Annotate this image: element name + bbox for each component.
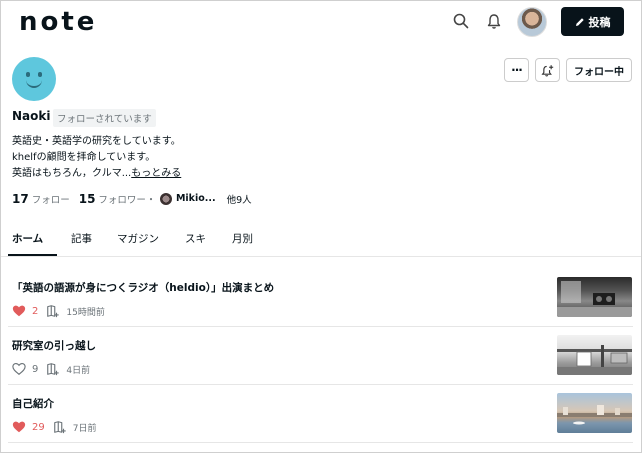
pencil-icon: [575, 17, 584, 26]
article-title[interactable]: 自己紹介: [12, 396, 54, 411]
tab-home[interactable]: ホーム: [12, 231, 43, 246]
following-count[interactable]: 17: [12, 192, 29, 206]
like-count: 9: [32, 363, 39, 375]
bell-icon[interactable]: [484, 11, 504, 31]
article-divider: [8, 326, 633, 327]
heart-filled-icon[interactable]: [12, 420, 26, 434]
article-time: 15時間前: [66, 307, 105, 318]
tab-magazines[interactable]: マガジン: [117, 231, 159, 246]
post-button-label: 投稿: [588, 15, 611, 29]
article-title[interactable]: 研究室の引っ越し: [12, 338, 96, 353]
like-count: 2: [32, 305, 39, 317]
article-divider: [8, 384, 633, 385]
notification-bell-button[interactable]: [535, 58, 560, 82]
following-label[interactable]: フォロー: [32, 192, 70, 206]
article-meta: 2 15時間前: [12, 304, 105, 318]
like-count: 29: [32, 421, 45, 433]
top-header: note 投稿: [1, 1, 641, 43]
user-avatar[interactable]: [517, 7, 547, 37]
bio-line: 英語史・英語学の研究をしています。: [12, 136, 181, 147]
following-button[interactable]: フォロー中: [566, 58, 632, 82]
profile-tabs: ホーム 記事 マガジン スキ 月別: [1, 223, 641, 257]
heart-filled-icon[interactable]: [12, 304, 26, 318]
follower-avatar[interactable]: [159, 192, 172, 205]
tab-articles[interactable]: 記事: [71, 231, 92, 246]
followers-label[interactable]: フォロワー: [98, 192, 146, 206]
follow-stats: 17 フォロー 15 フォロワー ・ Mikio... 他9人: [12, 191, 252, 207]
others-count[interactable]: 他9人: [227, 192, 252, 206]
magazine-add-icon[interactable]: [46, 362, 60, 376]
article-time: 7日前: [72, 423, 97, 434]
post-button[interactable]: 投稿: [561, 7, 624, 36]
article-time: 4日前: [66, 365, 91, 376]
search-icon[interactable]: [451, 11, 471, 31]
article-meta: 9 4日前: [12, 362, 90, 376]
article-item[interactable]: 研究室の引っ越し 9 4日前: [1, 335, 641, 396]
magazine-add-icon[interactable]: [53, 420, 67, 434]
article-item[interactable]: 「英語の語源が身につくラジオ（heldio）」出演まとめ 2 15時間前: [1, 277, 641, 338]
heart-outline-icon[interactable]: [12, 362, 26, 376]
active-tab-indicator: [8, 254, 57, 256]
article-item[interactable]: 自己紹介 29 7日前: [1, 393, 641, 453]
bio-line: 英語はもちろん，クルマ...: [12, 168, 132, 179]
article-thumbnail[interactable]: [557, 335, 632, 375]
show-more-link[interactable]: もっとみる: [131, 168, 181, 179]
tab-likes[interactable]: スキ: [185, 231, 206, 246]
ellipsis-icon: ...: [511, 60, 523, 74]
profile-bio: 英語史・英語学の研究をしています。 khelfの顧問を拝命しています。 英語はも…: [12, 134, 181, 182]
profile-avatar: [12, 57, 56, 101]
bio-line: khelfの顧問を拝命しています。: [12, 152, 156, 163]
followers-count[interactable]: 15: [79, 192, 96, 206]
article-thumbnail[interactable]: [557, 393, 632, 433]
tab-monthly[interactable]: 月別: [232, 231, 253, 246]
follower-name[interactable]: Mikio...: [176, 193, 216, 204]
article-thumbnail[interactable]: [557, 277, 632, 317]
article-divider: [8, 442, 633, 443]
more-options-button[interactable]: ...: [504, 58, 529, 82]
article-meta: 29 7日前: [12, 420, 96, 434]
note-logo[interactable]: note: [19, 7, 97, 37]
magazine-add-icon[interactable]: [46, 304, 60, 318]
profile-name: Naoki: [12, 109, 51, 123]
article-title[interactable]: 「英語の語源が身につくラジオ（heldio）」出演まとめ: [12, 280, 274, 295]
stats-separator: ・: [145, 195, 156, 206]
follows-you-badge: フォローされています: [53, 109, 156, 127]
bell-plus-icon: [541, 64, 554, 76]
